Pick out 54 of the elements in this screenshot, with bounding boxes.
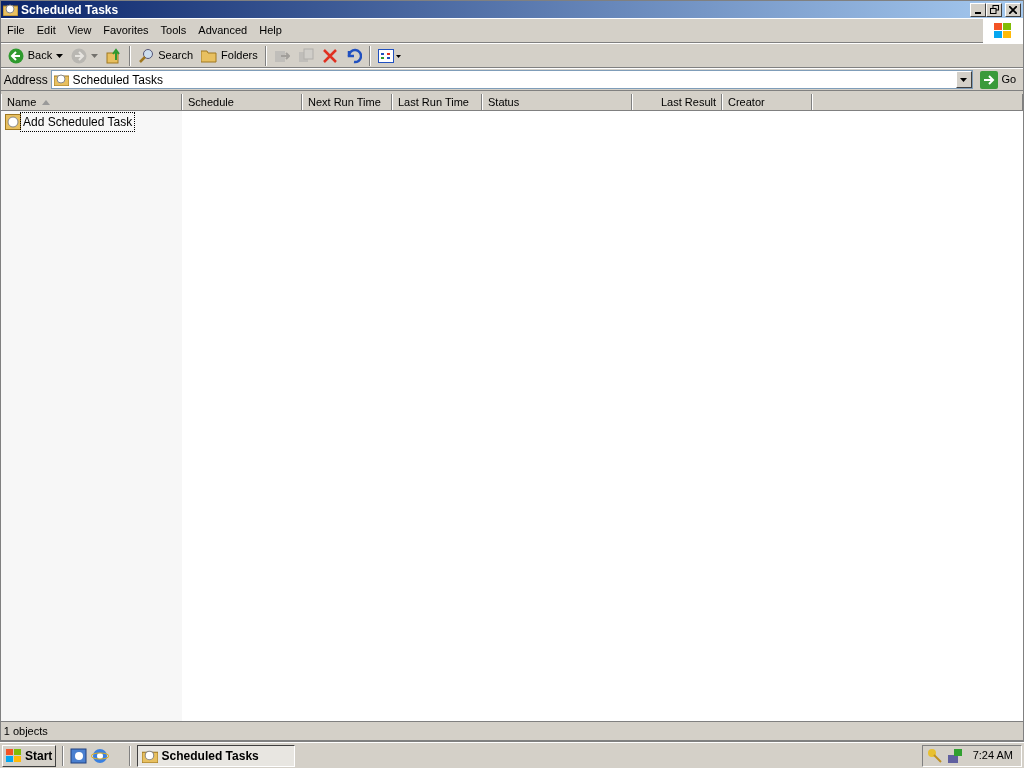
back-arrow-icon: [7, 47, 24, 64]
delete-icon: [321, 47, 338, 64]
menu-item[interactable]: Advanced: [192, 20, 254, 41]
search-icon: [138, 47, 155, 64]
desktop-icon[interactable]: [70, 746, 89, 765]
minimize-button[interactable]: [970, 2, 987, 17]
copy-icon: [297, 47, 314, 64]
column-header[interactable]: Status: [482, 94, 632, 110]
caret-icon: [56, 53, 64, 58]
column-header[interactable]: Name: [1, 94, 182, 110]
menu-item[interactable]: View: [61, 20, 98, 41]
dropdown-button[interactable]: [955, 71, 972, 88]
undo-icon: [345, 47, 362, 64]
list-item[interactable]: Add Scheduled Task: [5, 113, 178, 131]
menu-item[interactable]: Edit: [30, 20, 62, 41]
column-header[interactable]: Last Result: [632, 94, 722, 110]
close-icon: [1009, 5, 1017, 14]
column-header[interactable]: Schedule: [182, 94, 302, 110]
menu-item[interactable]: File: [1, 20, 31, 41]
folder-clock-icon: [141, 748, 158, 763]
close-button[interactable]: [1005, 2, 1021, 17]
address-label: Address: [3, 71, 48, 89]
browser-icon[interactable]: [91, 746, 110, 765]
column-header[interactable]: Creator: [722, 94, 812, 110]
window-title: Scheduled Tasks: [21, 1, 119, 19]
back-button[interactable]: Back: [3, 45, 68, 66]
caret-icon: [91, 53, 99, 58]
folder-clock-icon: [3, 3, 18, 16]
sort-arrow-icon: [42, 99, 51, 105]
network-icon[interactable]: [947, 747, 964, 764]
views-icon: [377, 48, 402, 63]
clock-icon: [5, 114, 21, 130]
address-field[interactable]: Scheduled Tasks: [50, 70, 973, 89]
go-button[interactable]: Go: [975, 68, 1021, 91]
folder-clock-icon: [53, 73, 69, 86]
taskbar-button[interactable]: Scheduled Tasks: [136, 744, 295, 767]
forward-arrow-icon: [71, 47, 88, 64]
minimize-icon: [975, 11, 982, 14]
caret-icon: [960, 77, 968, 82]
restore-button[interactable]: [986, 2, 1003, 17]
column-header[interactable]: Next Run Time: [302, 94, 392, 110]
clock: 7:24 AM: [972, 748, 1013, 764]
start-button[interactable]: Start: [2, 744, 57, 767]
column-header[interactable]: Last Run Time: [392, 94, 482, 110]
folder-icon: [201, 48, 218, 63]
restore-icon: [989, 5, 999, 14]
menu-item[interactable]: Favorites: [97, 20, 155, 41]
folders-button[interactable]: Folders: [197, 45, 262, 66]
windows-flag-icon: [6, 748, 22, 763]
status-text: 1 objects: [2, 723, 49, 739]
menu-item[interactable]: Help: [253, 20, 288, 41]
search-button[interactable]: Search: [134, 45, 198, 66]
menu-item[interactable]: Tools: [154, 20, 193, 41]
folder-up-icon: [106, 47, 123, 64]
